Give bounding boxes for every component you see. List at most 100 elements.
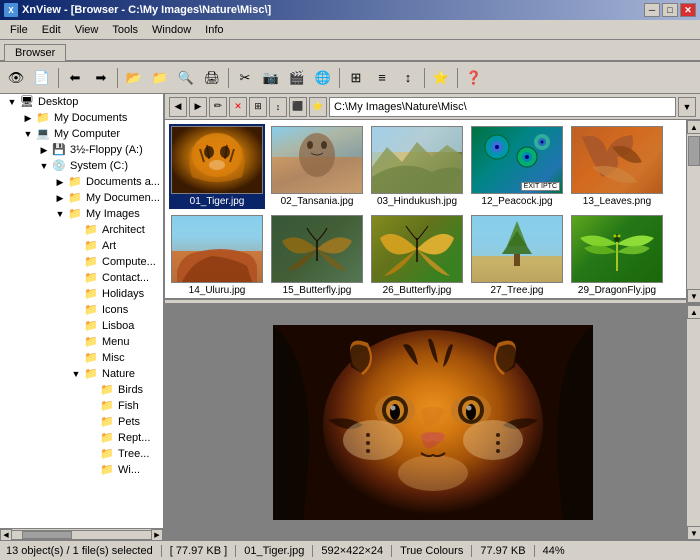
menu-edit[interactable]: Edit [36, 22, 67, 38]
preview-scroll-down[interactable]: ▼ [687, 526, 700, 540]
maximize-button[interactable]: □ [662, 3, 678, 17]
minimize-button[interactable]: ─ [644, 3, 660, 17]
menu-file[interactable]: File [4, 22, 34, 38]
tool-globe[interactable]: 🌐 [311, 66, 335, 90]
thumb-hindukush[interactable]: 03_Hindukush.jpg [369, 124, 465, 209]
menu-tools[interactable]: Tools [106, 22, 144, 38]
addr-delete[interactable]: ✕ [229, 97, 247, 117]
tree-item-nature[interactable]: ▼ 📁 Nature [0, 366, 163, 382]
thumb-uluru[interactable]: 14_Uluru.jpg [169, 213, 265, 298]
tool-camera[interactable]: 📷 [259, 66, 283, 90]
tool-folder-open[interactable]: 📂 [122, 66, 146, 90]
expander-floppy: ▶ [36, 145, 52, 156]
expander-nature: ▼ [68, 369, 84, 379]
thumb-butterfly1[interactable]: 15_Butterfly.jpg [269, 213, 365, 298]
thumb-butterfly2[interactable]: 26_Butterfly.jpg [369, 213, 465, 298]
label-mydocc: My Documen... [86, 192, 160, 204]
expander-sysc: ▼ [36, 161, 52, 171]
tree-item-fish[interactable]: 📁 Fish [0, 398, 163, 414]
tree-item-birds[interactable]: 📁 Birds [0, 382, 163, 398]
tree-item-pets[interactable]: 📁 Pets [0, 414, 163, 430]
thumb-img-tree [471, 215, 563, 283]
tool-print[interactable]: 🖨 [200, 66, 224, 90]
thumb-scroll-down[interactable]: ▼ [687, 289, 700, 303]
tree-item-lisboa[interactable]: 📁 Lisboa [0, 318, 163, 334]
menu-info[interactable]: Info [199, 22, 229, 38]
close-button[interactable]: ✕ [680, 3, 696, 17]
thumb-peacock[interactable]: EXIT IPTC 12_Peacock.jpg [469, 124, 565, 209]
addr-star[interactable]: ⭐ [309, 97, 327, 117]
tool-back[interactable]: ⬅ [63, 66, 87, 90]
thumb-tansania[interactable]: 02_Tansania.jpg [269, 124, 365, 209]
tool-folder-up[interactable]: 📁 [148, 66, 172, 90]
tree-item-art[interactable]: 📁 Art [0, 238, 163, 254]
tree-scroll-right[interactable]: ▶ [151, 529, 163, 541]
addr-grid[interactable]: ⊞ [249, 97, 267, 117]
tool-help[interactable]: ❓ [462, 66, 486, 90]
menu-view[interactable]: View [69, 22, 105, 38]
thumb-label-hindukush: 03_Hindukush.jpg [377, 196, 457, 207]
tree-item-docsa[interactable]: ▶ 📁 Documents a... [0, 174, 163, 190]
label-tree-folder: Tree... [118, 448, 149, 460]
tool-eye[interactable]: 👁 [4, 66, 28, 90]
icon-nature: 📁 [84, 367, 100, 381]
thumb-img-tiger [171, 126, 263, 194]
addr-forward[interactable]: ▶ [189, 97, 207, 117]
tree-item-rept[interactable]: 📁 Rept... [0, 430, 163, 446]
thumb-label-butterfly1: 15_Butterfly.jpg [283, 285, 352, 296]
tree-item-holidays[interactable]: 📁 Holidays [0, 286, 163, 302]
address-input[interactable] [329, 97, 676, 117]
tree-item-architect[interactable]: 📁 Architect [0, 222, 163, 238]
icon-fish: 📁 [100, 399, 116, 413]
tree-scroll-thumb[interactable] [22, 531, 72, 539]
tree-item-myimages[interactable]: ▼ 📁 My Images [0, 206, 163, 222]
tree-item-desktop[interactable]: ▼ 🖥 Desktop [0, 94, 163, 110]
tool-scissors[interactable]: ✂ [233, 66, 257, 90]
tool-star[interactable]: ⭐ [429, 66, 453, 90]
tree-scroll-left[interactable]: ◀ [0, 529, 12, 541]
thumb-scroll-up[interactable]: ▲ [687, 120, 700, 134]
tree-item-wi[interactable]: 📁 Wi... [0, 462, 163, 478]
tree-item-mydocc[interactable]: ▶ 📁 My Documen... [0, 190, 163, 206]
tree-item-mycomputer[interactable]: ▼ 💻 My Computer [0, 126, 163, 142]
status-colormode: True Colours [400, 545, 472, 557]
tree-item-floppy[interactable]: ▶ 💾 3½-Floppy (A:) [0, 142, 163, 158]
toolbar-sep-1 [58, 68, 59, 88]
tree-item-sysc[interactable]: ▼ 💿 System (C:) [0, 158, 163, 174]
tab-browser[interactable]: Browser [4, 44, 66, 61]
preview-scroll-up[interactable]: ▲ [687, 305, 700, 319]
thumb-dragonfly[interactable]: 29_DragonFly.jpg [569, 213, 665, 298]
tree-item-tree[interactable]: 📁 Tree... [0, 446, 163, 462]
thumb-scroll-thumb[interactable] [688, 136, 700, 166]
menu-window[interactable]: Window [146, 22, 197, 38]
tree-item-icons[interactable]: 📁 Icons [0, 302, 163, 318]
preview-vscrollbar[interactable]: ▲ ▼ [686, 305, 700, 540]
addr-dropdown[interactable]: ▼ [678, 97, 696, 117]
tree-item-misc[interactable]: 📁 Misc [0, 350, 163, 366]
thumb-tiger[interactable]: 01_Tiger.jpg [169, 124, 265, 209]
label-myimages: My Images [86, 208, 140, 220]
tree-item-compute[interactable]: 📁 Compute... [0, 254, 163, 270]
icon-wi: 📁 [100, 463, 116, 477]
tool-list[interactable]: ≡ [370, 66, 394, 90]
tree-item-contact[interactable]: 📁 Contact... [0, 270, 163, 286]
addr-edit[interactable]: ✏ [209, 97, 227, 117]
addr-back[interactable]: ◀ [169, 97, 187, 117]
tool-search[interactable]: 🔍 [174, 66, 198, 90]
thumb-label-peacock: 12_Peacock.jpg [481, 196, 552, 207]
tree-hscrollbar[interactable]: ◀ ▶ [0, 528, 163, 540]
tree-item-mydocs[interactable]: ▶ 📁 My Documents [0, 110, 163, 126]
tool-film[interactable]: 🎬 [285, 66, 309, 90]
thumb-vscrollbar[interactable]: ▲ ▼ [686, 120, 700, 303]
thumb-tree[interactable]: 27_Tree.jpg [469, 213, 565, 298]
thumb-leaves[interactable]: 13_Leaves.png [569, 124, 665, 209]
icon-tree-folder: 📁 [100, 447, 116, 461]
thumb-label-tree: 27_Tree.jpg [491, 285, 544, 296]
addr-stop[interactable]: ⬛ [289, 97, 307, 117]
tool-sort[interactable]: ↕ [396, 66, 420, 90]
tool-forward[interactable]: ➡ [89, 66, 113, 90]
addr-sort[interactable]: ↕ [269, 97, 287, 117]
tree-item-menu[interactable]: 📁 Menu [0, 334, 163, 350]
tool-grid-small[interactable]: ⊞ [344, 66, 368, 90]
tool-page[interactable]: 📄 [30, 66, 54, 90]
